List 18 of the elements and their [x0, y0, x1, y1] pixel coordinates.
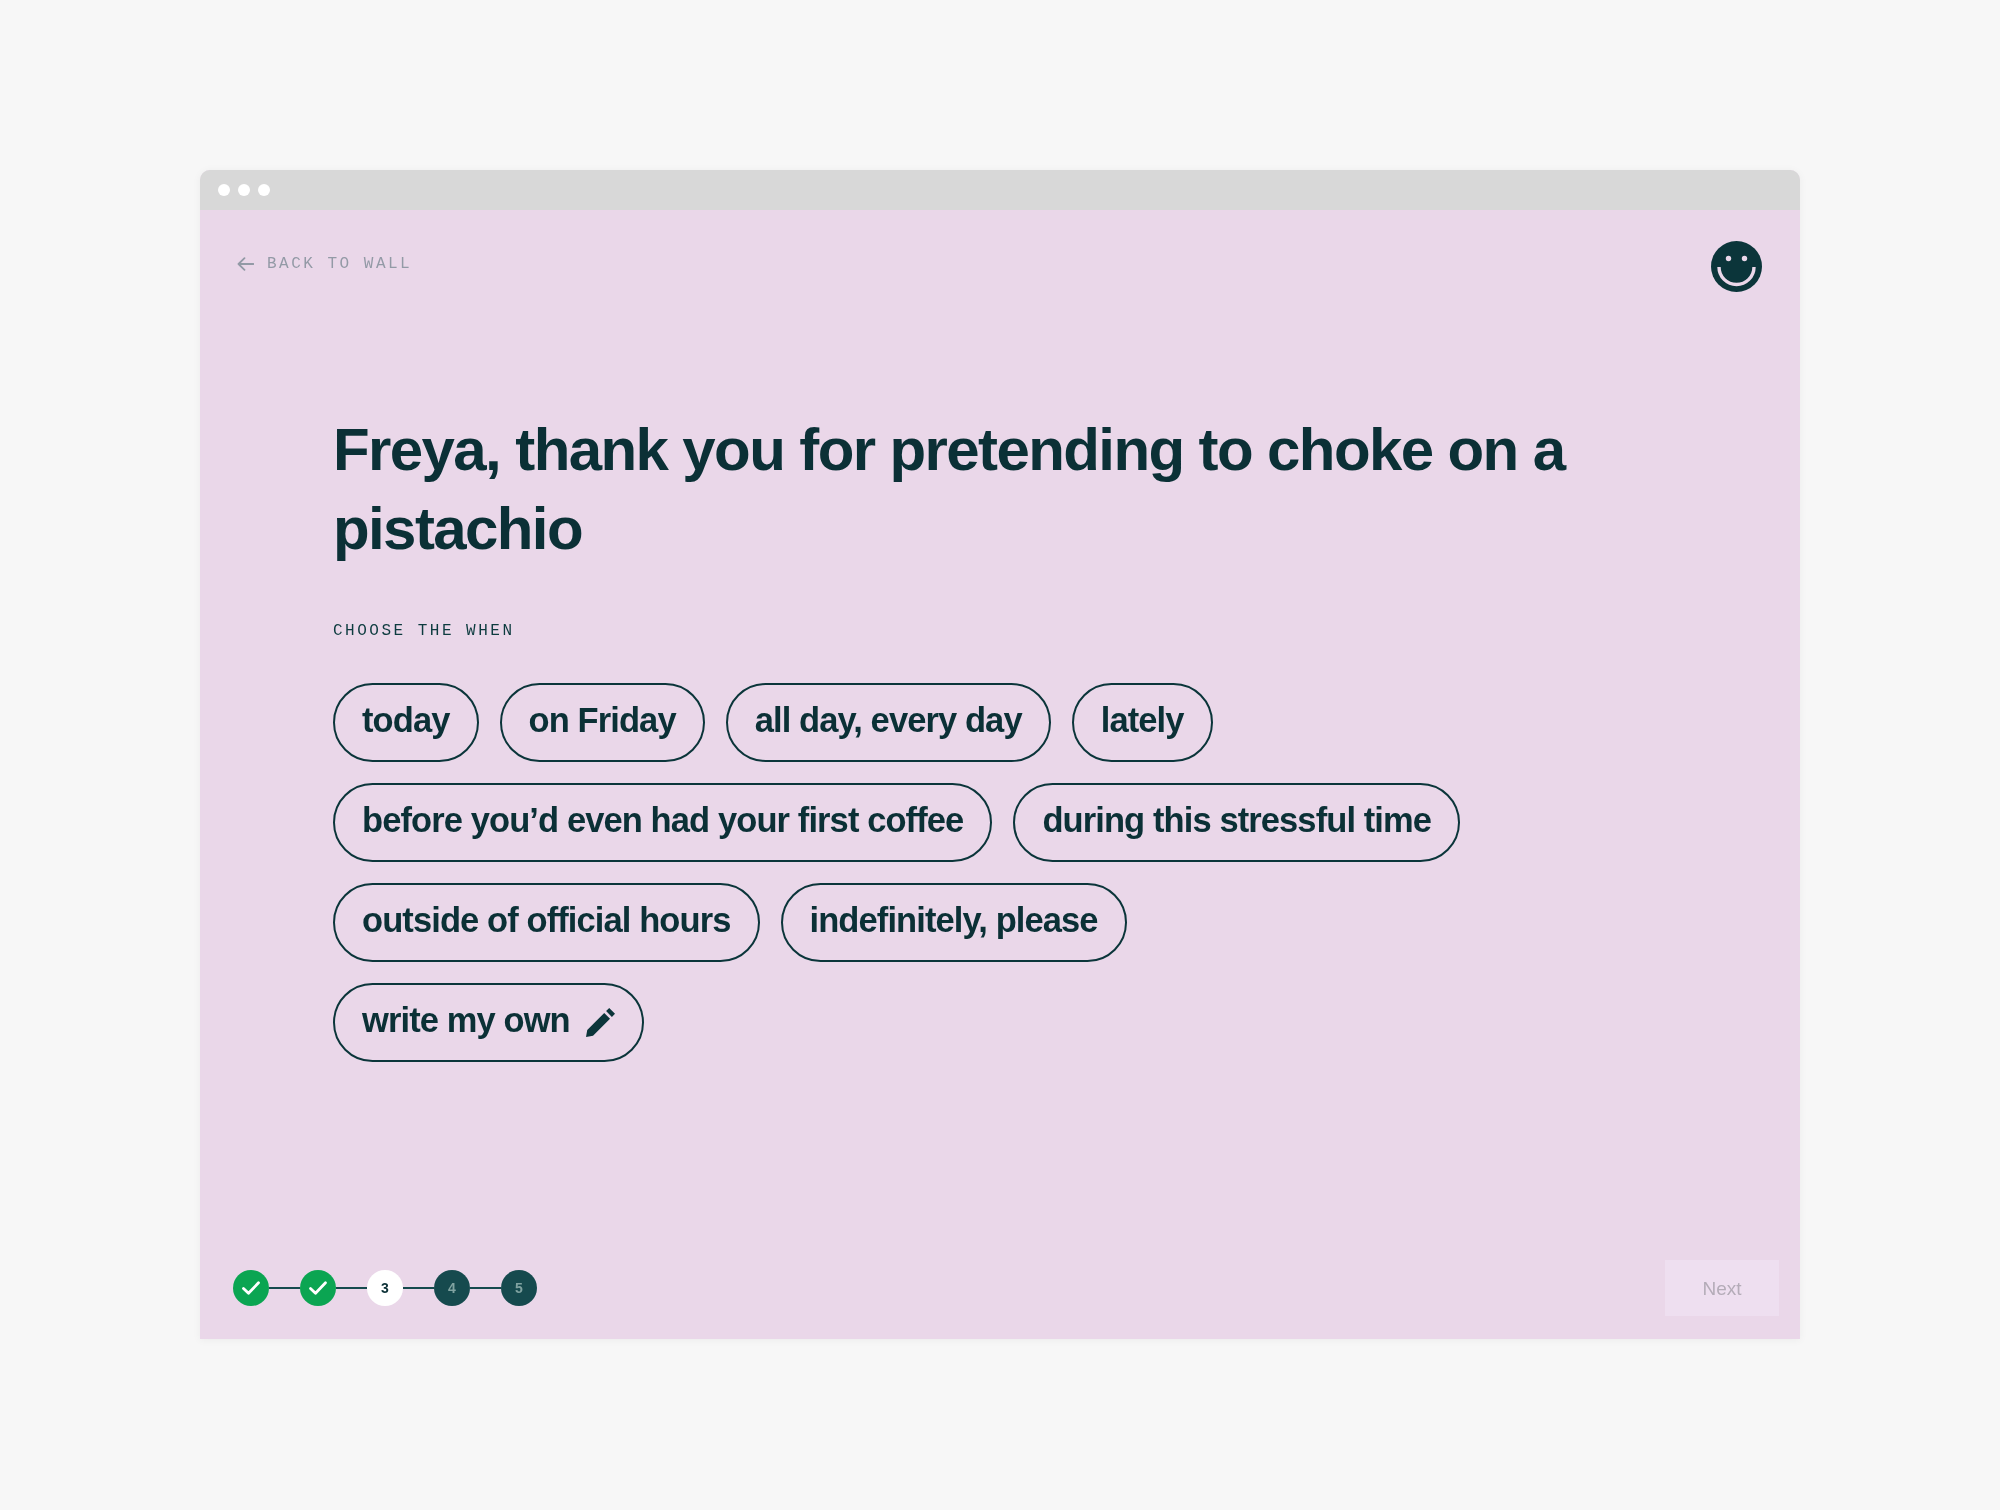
option-chip[interactable]: during this stressful time	[1013, 783, 1461, 862]
write-own-button[interactable]: write my own	[333, 983, 644, 1062]
page-title: Freya, thank you for pretending to choke on a pistachio	[333, 415, 1567, 564]
option-chip[interactable]: outside of official hours	[333, 883, 760, 962]
option-chip[interactable]: all day, every day	[725, 683, 1051, 762]
pencil-icon	[585, 1008, 615, 1037]
arrow-left-icon	[237, 257, 254, 271]
window-dots-icon	[218, 184, 270, 196]
step-number: 3	[367, 1270, 403, 1306]
step-number: 4	[434, 1270, 470, 1306]
option-chip[interactable]: on Friday	[499, 683, 705, 762]
step-number: 5	[501, 1270, 537, 1306]
option-chip[interactable]: before you’d even had your first coffee	[333, 783, 993, 862]
option-chip[interactable]: today	[333, 683, 479, 762]
smiley-icon	[1711, 241, 1762, 292]
section-label: CHOOSE THE WHEN	[333, 621, 515, 641]
option-chip[interactable]: lately	[1071, 683, 1213, 762]
option-chip[interactable]: indefinitely, please	[780, 883, 1127, 962]
